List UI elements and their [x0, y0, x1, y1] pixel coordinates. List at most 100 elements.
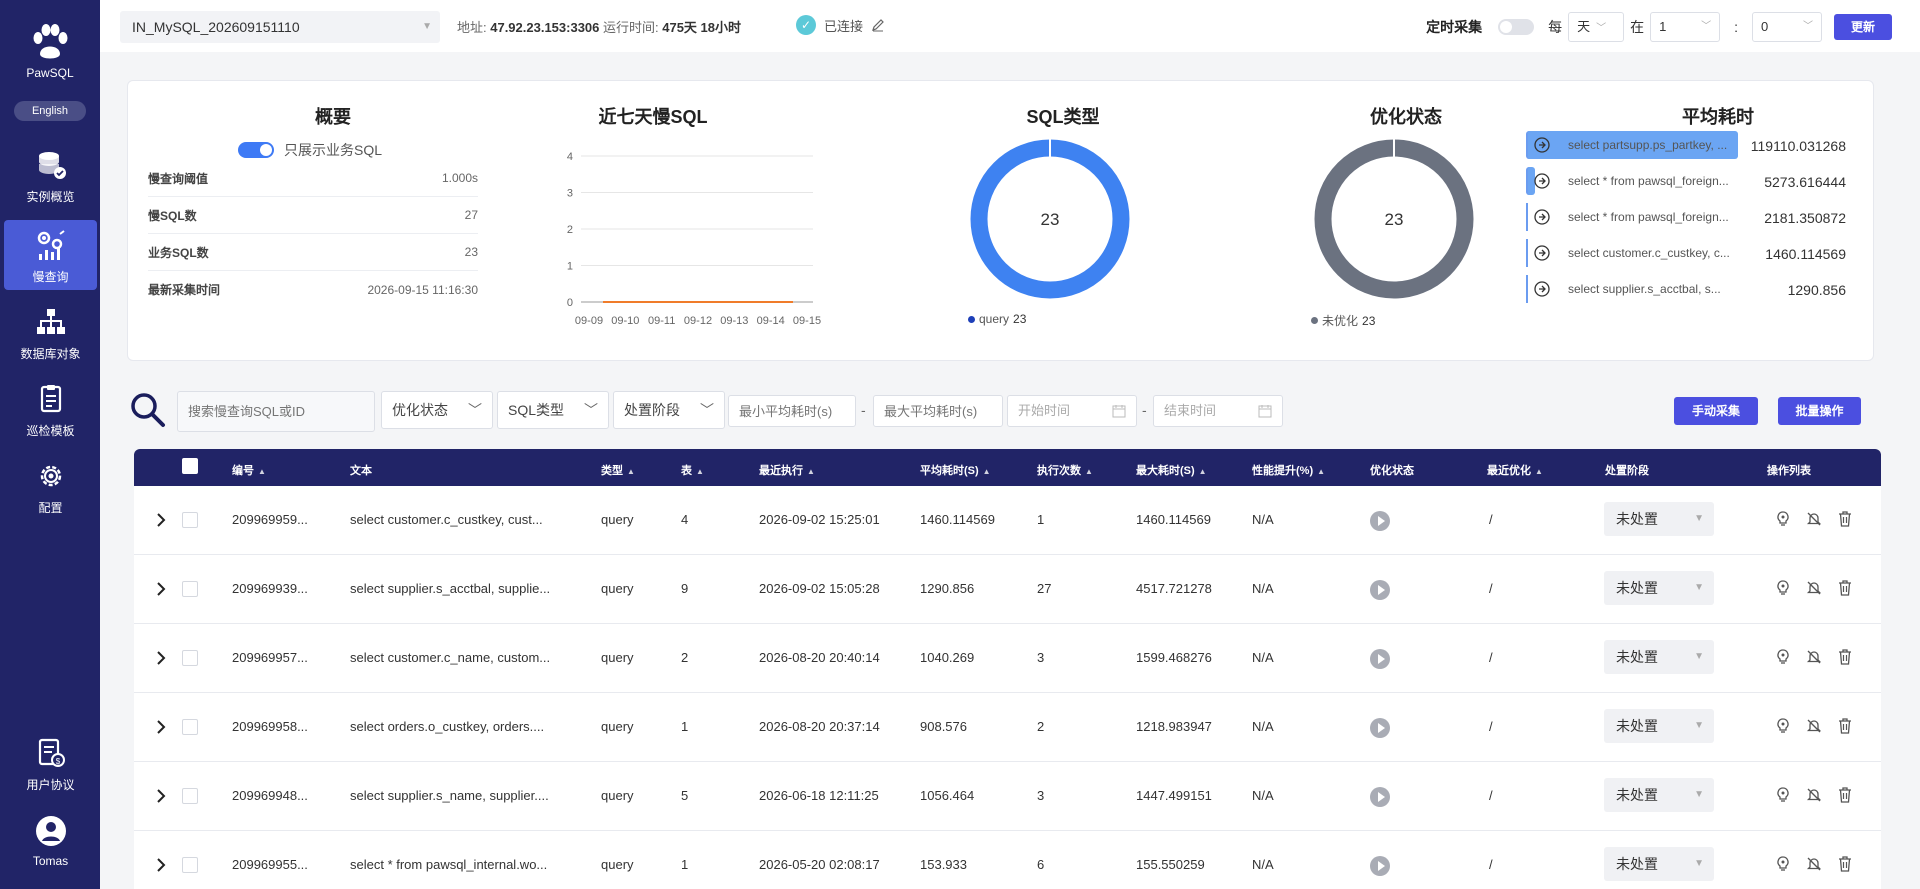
sidebar-item-config[interactable]: 配置	[4, 451, 97, 521]
bell-off-icon[interactable]	[1805, 648, 1823, 666]
batch-operation-button[interactable]: 批量操作	[1778, 397, 1861, 425]
end-time-input[interactable]: 结束时间	[1153, 395, 1283, 427]
cell-text[interactable]: select customer.c_name, custom...	[350, 650, 550, 665]
search-input[interactable]	[177, 391, 375, 432]
play-circle-icon[interactable]	[1370, 856, 1390, 876]
avg-time-item[interactable]: select partsupp.ps_partkey, ... 119110.03…	[1526, 131, 1866, 159]
table-row[interactable]: 209969958... select orders.o_custkey, ord…	[134, 693, 1881, 762]
hour-select[interactable]: 1 ﹀	[1650, 12, 1721, 42]
row-checkbox[interactable]	[182, 512, 198, 528]
bell-off-icon[interactable]	[1805, 855, 1823, 873]
lightbulb-icon[interactable]	[1774, 579, 1792, 597]
search-icon[interactable]	[130, 392, 166, 428]
col-tables[interactable]: 表 ▲	[681, 462, 704, 478]
bell-off-icon[interactable]	[1805, 579, 1823, 597]
sidebar-item-slow-query[interactable]: 慢查询	[4, 220, 97, 290]
stage-filter[interactable]: 处置阶段 ﹀	[613, 391, 725, 429]
avg-time-item[interactable]: select supplier.s_acctbal, s... 1290.856	[1526, 275, 1866, 303]
cell-id[interactable]: 209969948...	[232, 788, 308, 803]
stage-select[interactable]: 未处置 ▼	[1604, 640, 1714, 674]
trash-icon[interactable]	[1836, 855, 1854, 873]
row-checkbox[interactable]	[182, 788, 198, 804]
stage-select[interactable]: 未处置 ▼	[1604, 778, 1714, 812]
expand-chevron-icon[interactable]	[154, 650, 168, 666]
lightbulb-icon[interactable]	[1774, 510, 1792, 528]
update-button[interactable]: 更新	[1834, 14, 1892, 40]
cell-text[interactable]: select customer.c_custkey, cust...	[350, 512, 543, 527]
cell-id[interactable]: 209969955...	[232, 857, 308, 872]
min-avg-time-input[interactable]	[728, 395, 856, 427]
avg-time-item[interactable]: select customer.c_custkey, c... 1460.1145…	[1526, 239, 1866, 267]
col-type[interactable]: 类型 ▲	[601, 462, 635, 478]
expand-chevron-icon[interactable]	[154, 857, 168, 873]
lightbulb-icon[interactable]	[1774, 648, 1792, 666]
col-max-time[interactable]: 最大耗时(S) ▲	[1136, 462, 1207, 478]
col-last-exec[interactable]: 最近执行 ▲	[759, 462, 815, 478]
bell-off-icon[interactable]	[1805, 786, 1823, 804]
table-row[interactable]: 209969939... select supplier.s_acctbal, s…	[134, 555, 1881, 624]
sql-type-filter[interactable]: SQL类型 ﹀	[497, 391, 609, 429]
manual-collect-button[interactable]: 手动采集	[1674, 397, 1758, 425]
sidebar-item-db-objects[interactable]: 数据库对象	[4, 297, 97, 367]
trash-icon[interactable]	[1836, 579, 1854, 597]
cell-id[interactable]: 209969939...	[232, 581, 308, 596]
sidebar-item-inspection-template[interactable]: 巡检模板	[4, 374, 97, 444]
play-circle-icon[interactable]	[1370, 718, 1390, 738]
trash-icon[interactable]	[1836, 510, 1854, 528]
sidebar-user-profile[interactable]: Tomas	[4, 806, 97, 876]
cell-id[interactable]: 209969957...	[232, 650, 308, 665]
cell-id[interactable]: 209969958...	[232, 719, 308, 734]
language-button[interactable]: English	[14, 101, 86, 121]
app-logo[interactable]: PawSQL	[0, 22, 100, 80]
instance-select[interactable]: IN_MySQL_202609151110 ▼	[120, 11, 440, 43]
schedule-toggle[interactable]	[1498, 19, 1535, 35]
business-sql-toggle[interactable]	[238, 142, 274, 158]
cell-id[interactable]: 209969959...	[232, 512, 308, 527]
cell-text[interactable]: select supplier.s_name, supplier....	[350, 788, 549, 803]
row-checkbox[interactable]	[182, 581, 198, 597]
cell-text[interactable]: select orders.o_custkey, orders....	[350, 719, 544, 734]
stage-select[interactable]: 未处置 ▼	[1604, 571, 1714, 605]
table-row[interactable]: 209969959... select customer.c_custkey, c…	[134, 486, 1881, 555]
edit-icon[interactable]	[871, 18, 885, 32]
stage-select[interactable]: 未处置 ▼	[1604, 502, 1714, 536]
stage-select[interactable]: 未处置 ▼	[1604, 847, 1714, 881]
row-checkbox[interactable]	[182, 719, 198, 735]
table-row[interactable]: 209969955... select * from pawsql_interna…	[134, 831, 1881, 889]
row-checkbox[interactable]	[182, 650, 198, 666]
play-circle-icon[interactable]	[1370, 580, 1390, 600]
avg-time-item[interactable]: select * from pawsql_foreign... 5273.6164…	[1526, 167, 1866, 195]
col-avg-time[interactable]: 平均耗时(S) ▲	[920, 462, 991, 478]
trash-icon[interactable]	[1836, 786, 1854, 804]
minute-select[interactable]: 0 ﹀	[1752, 12, 1822, 42]
sidebar-item-user-agreement[interactable]: $ 用户协议	[4, 728, 97, 798]
stage-select[interactable]: 未处置 ▼	[1604, 709, 1714, 743]
opt-status-filter[interactable]: 优化状态 ﹀	[381, 391, 493, 429]
cell-text[interactable]: select supplier.s_acctbal, supplie...	[350, 581, 550, 596]
expand-chevron-icon[interactable]	[154, 512, 168, 528]
avg-time-item[interactable]: select * from pawsql_foreign... 2181.3508…	[1526, 203, 1866, 231]
col-last-opt[interactable]: 最近优化 ▲	[1487, 462, 1543, 478]
play-circle-icon[interactable]	[1370, 649, 1390, 669]
table-row[interactable]: 209969948... select supplier.s_name, supp…	[134, 762, 1881, 831]
expand-chevron-icon[interactable]	[154, 581, 168, 597]
col-exec-count[interactable]: 执行次数 ▲	[1037, 462, 1093, 478]
sidebar-item-instance-overview[interactable]: 实例概览	[4, 140, 97, 210]
lightbulb-icon[interactable]	[1774, 855, 1792, 873]
table-row[interactable]: 209969957... select customer.c_name, cust…	[134, 624, 1881, 693]
trash-icon[interactable]	[1836, 717, 1854, 735]
expand-chevron-icon[interactable]	[154, 788, 168, 804]
max-avg-time-input[interactable]	[873, 395, 1003, 427]
lightbulb-icon[interactable]	[1774, 786, 1792, 804]
cell-text[interactable]: select * from pawsql_internal.wo...	[350, 857, 547, 872]
expand-chevron-icon[interactable]	[154, 719, 168, 735]
bell-off-icon[interactable]	[1805, 510, 1823, 528]
unit-select[interactable]: 天 ﹀	[1568, 12, 1625, 42]
select-all-checkbox[interactable]	[182, 458, 198, 474]
row-checkbox[interactable]	[182, 857, 198, 873]
col-id[interactable]: 编号 ▲	[232, 462, 266, 478]
col-perf-gain[interactable]: 性能提升(%) ▲	[1252, 462, 1325, 478]
play-circle-icon[interactable]	[1370, 787, 1390, 807]
lightbulb-icon[interactable]	[1774, 717, 1792, 735]
trash-icon[interactable]	[1836, 648, 1854, 666]
